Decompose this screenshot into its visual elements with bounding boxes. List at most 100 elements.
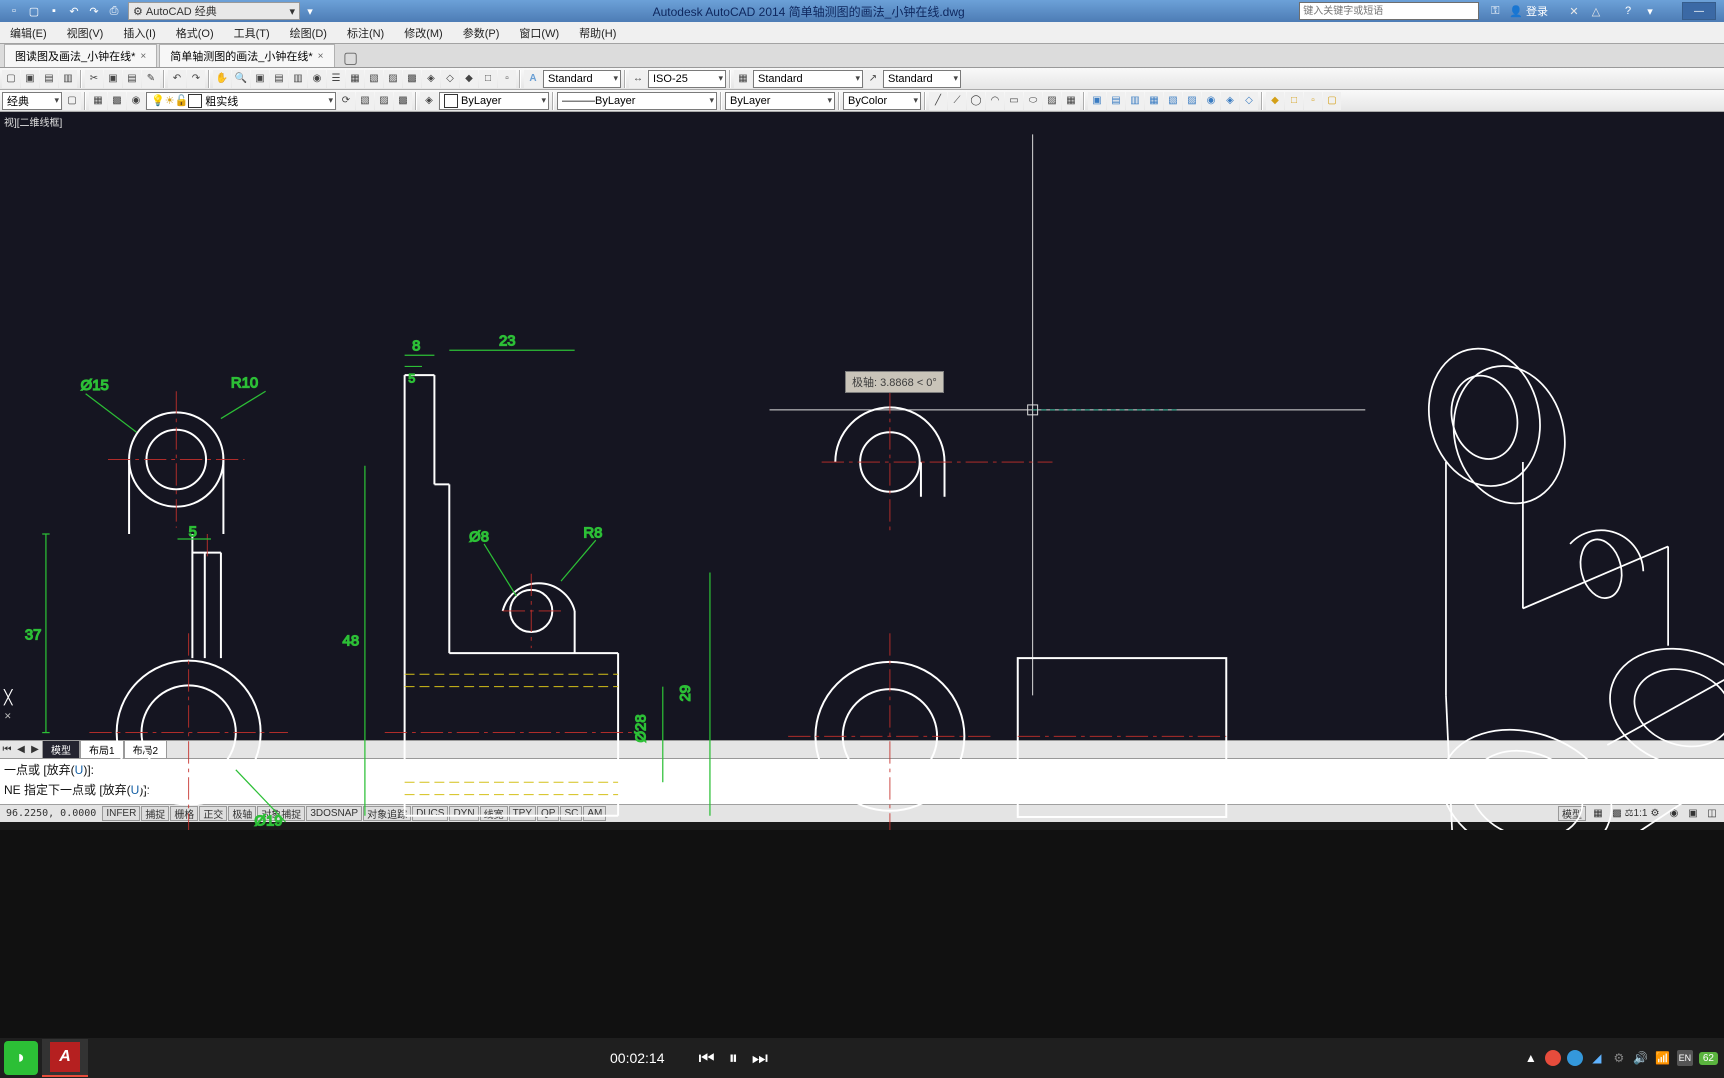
menu-modify[interactable]: 修改(M) — [394, 22, 453, 43]
tool-icon[interactable]: ◆ — [460, 70, 478, 88]
tool-icon[interactable]: ▢ — [63, 92, 81, 110]
tool-icon[interactable]: ◈ — [422, 70, 440, 88]
tool-icon[interactable]: ▫ — [498, 70, 516, 88]
tray-up-icon[interactable]: ▲ — [1523, 1050, 1539, 1066]
table-icon[interactable]: ▦ — [734, 70, 752, 88]
tool-icon[interactable]: ▣ — [21, 70, 39, 88]
draw-rect-icon[interactable]: ▭ — [1005, 92, 1023, 110]
layer-dropdown[interactable]: 💡 ☀ 🔓 粗实线 — [146, 92, 336, 110]
tool-icon[interactable]: ▣ — [1088, 92, 1106, 110]
tray-badge[interactable]: 62 — [1699, 1052, 1718, 1065]
tool-icon[interactable]: ◉ — [308, 70, 326, 88]
minimize-button[interactable]: — — [1682, 2, 1716, 20]
infocenter-icon[interactable]: ⚿ — [1487, 3, 1503, 19]
tool-icon[interactable]: ▢ — [1323, 92, 1341, 110]
linetype-dropdown[interactable]: ——— ByLayer — [557, 92, 717, 110]
tool-icon[interactable]: ▤ — [40, 70, 58, 88]
taskbar-app[interactable]: ◗ — [4, 1041, 38, 1075]
tool-icon[interactable]: ◈ — [1221, 92, 1239, 110]
prev-track-icon[interactable]: ⏮ — [699, 1048, 715, 1069]
color-dropdown[interactable]: ByLayer — [439, 92, 549, 110]
tool-icon[interactable]: □ — [1285, 92, 1303, 110]
tool-icon[interactable]: ◉ — [127, 92, 145, 110]
tool-icon[interactable]: ▢ — [2, 70, 20, 88]
a360-icon[interactable]: △ — [1588, 3, 1604, 19]
pause-icon[interactable]: ⏸ — [729, 1048, 738, 1069]
zoom-icon[interactable]: 🔍 — [232, 70, 250, 88]
tool-icon[interactable]: ▩ — [394, 92, 412, 110]
cut-icon[interactable]: ✂ — [85, 70, 103, 88]
draw-hatch-icon[interactable]: ▨ — [1043, 92, 1061, 110]
tool-icon[interactable]: ▤ — [270, 70, 288, 88]
text-icon[interactable]: A — [524, 70, 542, 88]
close-icon[interactable]: × — [318, 51, 324, 62]
tool-icon[interactable]: ☰ — [327, 70, 345, 88]
volume-icon[interactable]: 🔊 — [1633, 1050, 1649, 1066]
tool-icon[interactable]: ▦ — [1062, 92, 1080, 110]
open-icon[interactable]: ▢ — [26, 3, 42, 19]
menu-dim[interactable]: 标注(N) — [337, 22, 394, 43]
workspace-dropdown[interactable]: ⚙ AutoCAD 经典 ▾ — [128, 2, 300, 20]
tool-icon[interactable]: ▩ — [108, 92, 126, 110]
network-icon[interactable]: 📶 — [1655, 1050, 1671, 1066]
login-button[interactable]: 👤 登录 — [1509, 3, 1548, 19]
tab-doc-2[interactable]: 简单轴测图的画法_小钟在线* × — [159, 44, 334, 67]
draw-circle-icon[interactable]: ◯ — [967, 92, 985, 110]
tray-icon[interactable] — [1567, 1050, 1583, 1066]
undo-icon[interactable]: ↶ — [168, 70, 186, 88]
tool-icon[interactable]: □ — [479, 70, 497, 88]
dim-icon[interactable]: ↔ — [629, 70, 647, 88]
tool-icon[interactable]: ▤ — [1107, 92, 1125, 110]
tool-icon[interactable]: ◉ — [1202, 92, 1220, 110]
paste-icon[interactable]: ▤ — [123, 70, 141, 88]
tool-icon[interactable]: ▩ — [403, 70, 421, 88]
tool-icon[interactable]: ◇ — [1240, 92, 1258, 110]
plotcolor-dropdown[interactable]: ByColor — [843, 92, 921, 110]
mleader-dropdown[interactable]: Standard — [883, 70, 961, 88]
tray-app-icon[interactable]: ◢ — [1589, 1050, 1605, 1066]
drawing-viewport[interactable]: 视][二维线框] Ø15 R10 5 37 Ø19 — [0, 112, 1724, 740]
close-icon[interactable]: × — [140, 51, 146, 62]
tool-icon[interactable]: ◈ — [420, 92, 438, 110]
tool-icon[interactable]: ▥ — [289, 70, 307, 88]
draw-ellipse-icon[interactable]: ⬭ — [1024, 92, 1042, 110]
dropdown-icon[interactable]: ▾ — [302, 3, 318, 19]
style-dropdown[interactable]: 经典 — [2, 92, 62, 110]
menu-format[interactable]: 格式(O) — [166, 22, 224, 43]
new-tab-button[interactable]: ▢ — [341, 49, 361, 67]
tool-icon[interactable]: ▧ — [356, 92, 374, 110]
tool-icon[interactable]: ▥ — [1126, 92, 1144, 110]
draw-arc-icon[interactable]: ◠ — [986, 92, 1004, 110]
print-icon[interactable]: ⎙ — [106, 3, 122, 19]
textstyle-dropdown[interactable]: Standard — [543, 70, 621, 88]
layer-props-icon[interactable]: ▦ — [89, 92, 107, 110]
dimstyle-dropdown[interactable]: ISO-25 — [648, 70, 726, 88]
tab-doc-1[interactable]: 图读图及画法_小钟在线* × — [4, 44, 157, 67]
tool-icon[interactable]: ⟳ — [337, 92, 355, 110]
tool-icon[interactable]: ◇ — [441, 70, 459, 88]
lineweight-dropdown[interactable]: ByLayer — [725, 92, 835, 110]
record-icon[interactable] — [1545, 1050, 1561, 1066]
taskbar-autocad[interactable]: A — [42, 1039, 88, 1077]
tool-icon[interactable]: ▧ — [1164, 92, 1182, 110]
tablestyle-dropdown[interactable]: Standard — [753, 70, 863, 88]
match-icon[interactable]: ✎ — [142, 70, 160, 88]
menu-view[interactable]: 视图(V) — [57, 22, 114, 43]
tool-icon[interactable]: ▨ — [375, 92, 393, 110]
tool-icon[interactable]: ▣ — [251, 70, 269, 88]
new-icon[interactable]: ▫ — [6, 3, 22, 19]
draw-polyline-icon[interactable]: ⟋ — [948, 92, 966, 110]
copy-icon[interactable]: ▣ — [104, 70, 122, 88]
save-icon[interactable]: ▪ — [46, 3, 62, 19]
draw-line-icon[interactable]: ╱ — [929, 92, 947, 110]
mleader-icon[interactable]: ↗ — [864, 70, 882, 88]
tool-icon[interactable]: ▨ — [1183, 92, 1201, 110]
tool-icon[interactable]: ▥ — [59, 70, 77, 88]
pan-icon[interactable]: ✋ — [213, 70, 231, 88]
tool-icon[interactable]: ▫ — [1304, 92, 1322, 110]
undo-icon[interactable]: ↶ — [66, 3, 82, 19]
help-dropdown-icon[interactable]: ▾ — [1642, 3, 1658, 19]
menu-edit[interactable]: 编辑(E) — [0, 22, 57, 43]
menu-window[interactable]: 窗口(W) — [509, 22, 569, 43]
tool-icon[interactable]: ▦ — [1145, 92, 1163, 110]
